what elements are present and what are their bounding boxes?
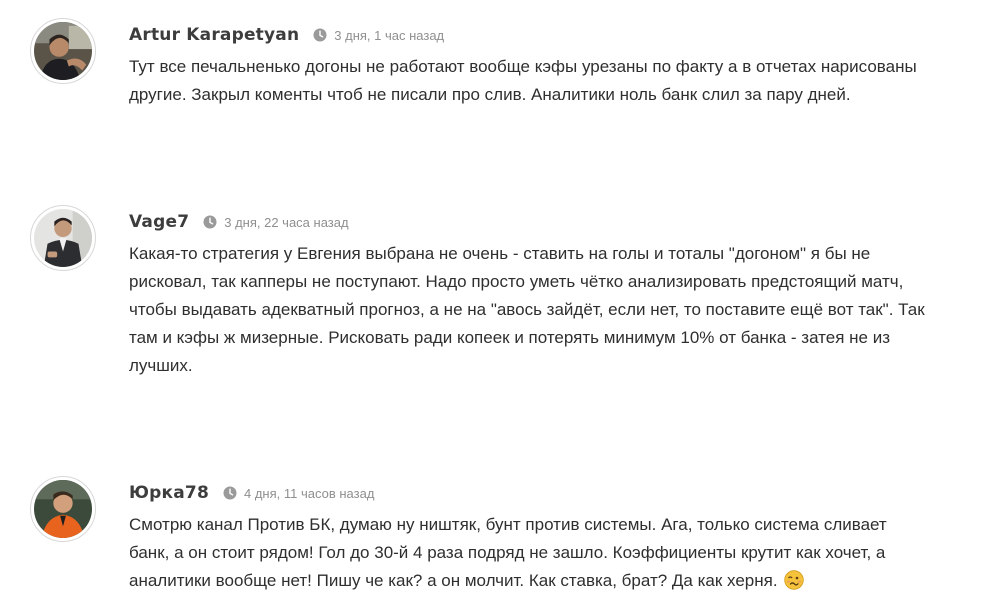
comment-line: Какая-то стратегия у Евгения выбрана не … bbox=[129, 244, 871, 263]
avatar[interactable] bbox=[30, 18, 96, 84]
comment-line: Смотрю канал Против БК, думаю ну ништяк,… bbox=[129, 515, 887, 534]
avatar[interactable] bbox=[30, 476, 96, 542]
comment-text: Смотрю канал Против БК, думаю ну ништяк,… bbox=[129, 511, 969, 595]
comment-time[interactable]: 3 дня, 22 часа назад bbox=[224, 215, 348, 230]
comment-line: чтобы выдавать адекватный прогноз, а не … bbox=[129, 300, 925, 319]
comment-line: аналитики вообще нет! Пишу че как? а он … bbox=[129, 571, 778, 590]
comment-time[interactable]: 3 дня, 1 час назад bbox=[334, 28, 444, 43]
clock-icon bbox=[203, 215, 217, 229]
user-photo-man-icon bbox=[34, 209, 92, 267]
comment-text: Какая-то стратегия у Евгения выбрана не … bbox=[129, 240, 969, 380]
comment-line: там и кэфы ж мизерные. Рисковать ради ко… bbox=[129, 328, 890, 347]
comment-line: Тут все печальненько догоны не работают … bbox=[129, 57, 917, 76]
comment-meta: Artur Karapetyan 3 дня, 1 час назад bbox=[129, 21, 444, 49]
author-name[interactable]: Vage7 bbox=[129, 212, 189, 232]
avatar[interactable] bbox=[30, 205, 96, 271]
comment-text: Тут все печальненько догоны не работают … bbox=[129, 53, 969, 109]
user-photo-orange-jacket-icon bbox=[34, 480, 92, 538]
woozy-face-emoji-icon bbox=[784, 570, 805, 590]
comment-time[interactable]: 4 дня, 11 часов назад bbox=[244, 486, 374, 501]
comment-meta: Vage7 3 дня, 22 часа назад bbox=[129, 208, 349, 236]
author-name[interactable]: Artur Karapetyan bbox=[129, 25, 299, 45]
comment-line: банк, а он стоит рядом! Гол до 30-й 4 ра… bbox=[129, 543, 886, 562]
user-photo-driver-icon bbox=[34, 22, 92, 80]
author-name[interactable]: Юрка78 bbox=[129, 483, 209, 503]
comment-line: лучших. bbox=[129, 356, 193, 375]
comment-line: рисковал, так капперы не поступают. Надо… bbox=[129, 272, 904, 291]
clock-icon bbox=[223, 486, 237, 500]
comment-line: другие. Закрыл коменты чтоб не писали пр… bbox=[129, 85, 851, 104]
comment-meta: Юрка78 4 дня, 11 часов назад bbox=[129, 479, 374, 507]
clock-icon bbox=[313, 28, 327, 42]
